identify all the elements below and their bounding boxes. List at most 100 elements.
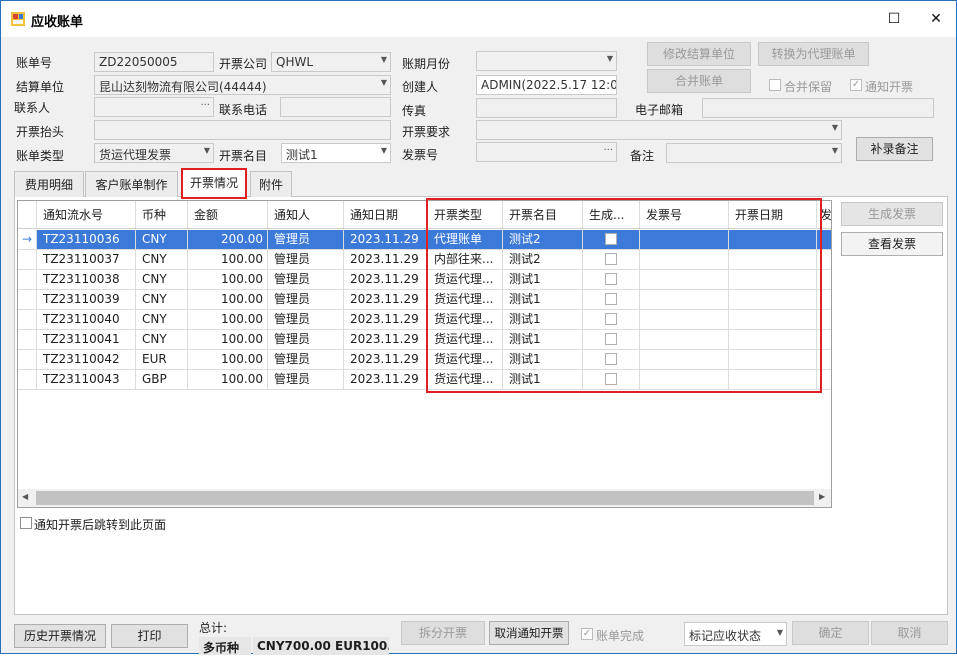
scroll-left-icon[interactable]: ◀ (22, 492, 28, 501)
tab-attachment[interactable]: 附件 (250, 171, 292, 197)
serial-no-cell[interactable]: TZ23110042 (37, 350, 136, 370)
notifier-cell[interactable]: 管理员 (268, 230, 344, 250)
notify-date-cell[interactable]: 2023.11.29 (344, 270, 428, 290)
contact-field[interactable]: ··· (94, 97, 214, 117)
amount-cell[interactable]: 100.00 (188, 370, 268, 390)
row-indicator[interactable] (18, 370, 37, 390)
print-button[interactable]: 打印 (111, 624, 188, 648)
col-header[interactable]: 通知流水号 (37, 201, 136, 229)
notify-date-cell[interactable]: 2023.11.29 (344, 290, 428, 310)
notifier-cell[interactable]: 管理员 (268, 270, 344, 290)
email-field[interactable] (702, 98, 934, 118)
currency-cell[interactable]: CNY (136, 230, 188, 250)
invoice-req-select[interactable]: ▼ (476, 120, 842, 140)
period-select[interactable]: ▼ (476, 51, 617, 71)
notifier-cell[interactable]: 管理员 (268, 310, 344, 330)
col-header[interactable]: 通知人 (268, 201, 344, 229)
status-select[interactable]: 标记应收状态 ▼ (684, 622, 787, 646)
currency-cell[interactable]: CNY (136, 310, 188, 330)
row-indicator[interactable] (18, 290, 37, 310)
title-bar: 应收账单 ☐ ✕ (1, 1, 956, 37)
serial-no-cell[interactable]: TZ23110040 (37, 310, 136, 330)
invoice-name-select[interactable]: 测试1 ▼ (281, 143, 391, 163)
scroll-right-icon[interactable]: ▶ (819, 492, 825, 501)
tab-fee-detail[interactable]: 费用明细 (14, 171, 84, 197)
bill-type-select[interactable]: 货运代理发票 ▼ (94, 143, 214, 163)
fax-field[interactable] (476, 98, 617, 118)
maximize-icon[interactable]: ☐ (883, 9, 905, 29)
row-indicator[interactable] (18, 350, 37, 370)
notify-date-cell[interactable]: 2023.11.29 (344, 330, 428, 350)
serial-no-cell[interactable]: TZ23110043 (37, 370, 136, 390)
invoice-no-field[interactable]: ··· (476, 142, 617, 162)
amount-cell[interactable]: 100.00 (188, 290, 268, 310)
amount-cell[interactable]: 100.00 (188, 350, 268, 370)
notify-date-cell[interactable]: 2023.11.29 (344, 250, 428, 270)
amount-cell[interactable]: 100.00 (188, 270, 268, 290)
ellipsis-icon[interactable]: ··· (603, 145, 613, 156)
currency-cell[interactable]: CNY (136, 270, 188, 290)
cancel-notify-invoice-button[interactable]: 取消通知开票 (489, 621, 569, 645)
bill-no-field[interactable]: ZD22050005 (94, 52, 214, 72)
amount-cell[interactable]: 100.00 (188, 310, 268, 330)
notifier-cell[interactable]: 管理员 (268, 370, 344, 390)
split-invoice-button[interactable]: 拆分开票 (401, 621, 485, 645)
notify-date-cell[interactable]: 2023.11.29 (344, 310, 428, 330)
currency-cell[interactable]: EUR (136, 350, 188, 370)
horizontal-scrollbar[interactable]: ◀ ▶ (18, 489, 831, 507)
amount-cell[interactable]: 100.00 (188, 330, 268, 350)
merge-keep-checkbox[interactable] (769, 79, 781, 91)
remark-label: 备注 (630, 149, 655, 163)
notify-date-cell[interactable]: 2023.11.29 (344, 370, 428, 390)
convert-agent-bill-button[interactable]: 转换为代理账单 (758, 42, 869, 66)
generate-invoice-button[interactable]: 生成发票 (841, 202, 943, 226)
invoice-company-select[interactable]: QHWL ▼ (271, 52, 391, 72)
view-invoice-button[interactable]: 查看发票 (841, 232, 943, 256)
notifier-cell[interactable]: 管理员 (268, 330, 344, 350)
tab-customer-bill[interactable]: 客户账单制作 (85, 171, 178, 197)
currency-cell[interactable]: GBP (136, 370, 188, 390)
notifier-cell[interactable]: 管理员 (268, 290, 344, 310)
notify-jump-label: 通知开票后跳转到此页面 (34, 518, 167, 532)
invoice-req-label: 开票要求 (402, 125, 451, 139)
creator-field[interactable]: ADMIN(2022.5.17 12:0( (476, 75, 617, 95)
bill-done-checkbox[interactable]: ✓ (581, 628, 593, 640)
row-indicator[interactable] (18, 330, 37, 350)
phone-field[interactable] (280, 97, 391, 117)
col-header[interactable]: 币种 (136, 201, 188, 229)
cancel-button[interactable]: 取消 (871, 621, 948, 645)
notify-date-cell[interactable]: 2023.11.29 (344, 230, 428, 250)
amount-cell[interactable]: 200.00 (188, 230, 268, 250)
ellipsis-icon[interactable]: ··· (200, 100, 210, 111)
notify-date-cell[interactable]: 2023.11.29 (344, 350, 428, 370)
notify-invoice-checkbox[interactable]: ✓ (850, 79, 862, 91)
serial-no-cell[interactable]: TZ23110038 (37, 270, 136, 290)
add-remark-button[interactable]: 补录备注 (856, 137, 933, 161)
row-indicator[interactable] (18, 250, 37, 270)
close-icon[interactable]: ✕ (925, 9, 947, 29)
notifier-cell[interactable]: 管理员 (268, 350, 344, 370)
merge-bill-button[interactable]: 合并账单 (647, 69, 751, 93)
currency-cell[interactable]: CNY (136, 330, 188, 350)
serial-no-cell[interactable]: TZ23110037 (37, 250, 136, 270)
serial-no-cell[interactable]: TZ23110036 (37, 230, 136, 250)
scrollbar-thumb[interactable] (36, 491, 814, 505)
serial-no-cell[interactable]: TZ23110041 (37, 330, 136, 350)
notifier-cell[interactable]: 管理员 (268, 250, 344, 270)
col-header[interactable]: 通知日期 (344, 201, 428, 229)
invoice-header-field[interactable] (94, 120, 391, 140)
row-indicator[interactable] (18, 310, 37, 330)
confirm-button[interactable]: 确定 (792, 621, 869, 645)
currency-cell[interactable]: CNY (136, 250, 188, 270)
notify-jump-checkbox[interactable] (20, 517, 32, 529)
modify-settle-unit-button[interactable]: 修改结算单位 (647, 42, 751, 66)
amount-cell[interactable]: 100.00 (188, 250, 268, 270)
serial-no-cell[interactable]: TZ23110039 (37, 290, 136, 310)
row-indicator[interactable]: → (18, 230, 37, 250)
history-invoice-button[interactable]: 历史开票情况 (14, 624, 106, 648)
settle-unit-field[interactable]: 昆山达刻物流有限公司(44444) ▼ (94, 75, 391, 95)
currency-cell[interactable]: CNY (136, 290, 188, 310)
col-header[interactable]: 金额 (188, 201, 268, 229)
remark-select[interactable]: ▼ (666, 143, 842, 163)
row-indicator[interactable] (18, 270, 37, 290)
